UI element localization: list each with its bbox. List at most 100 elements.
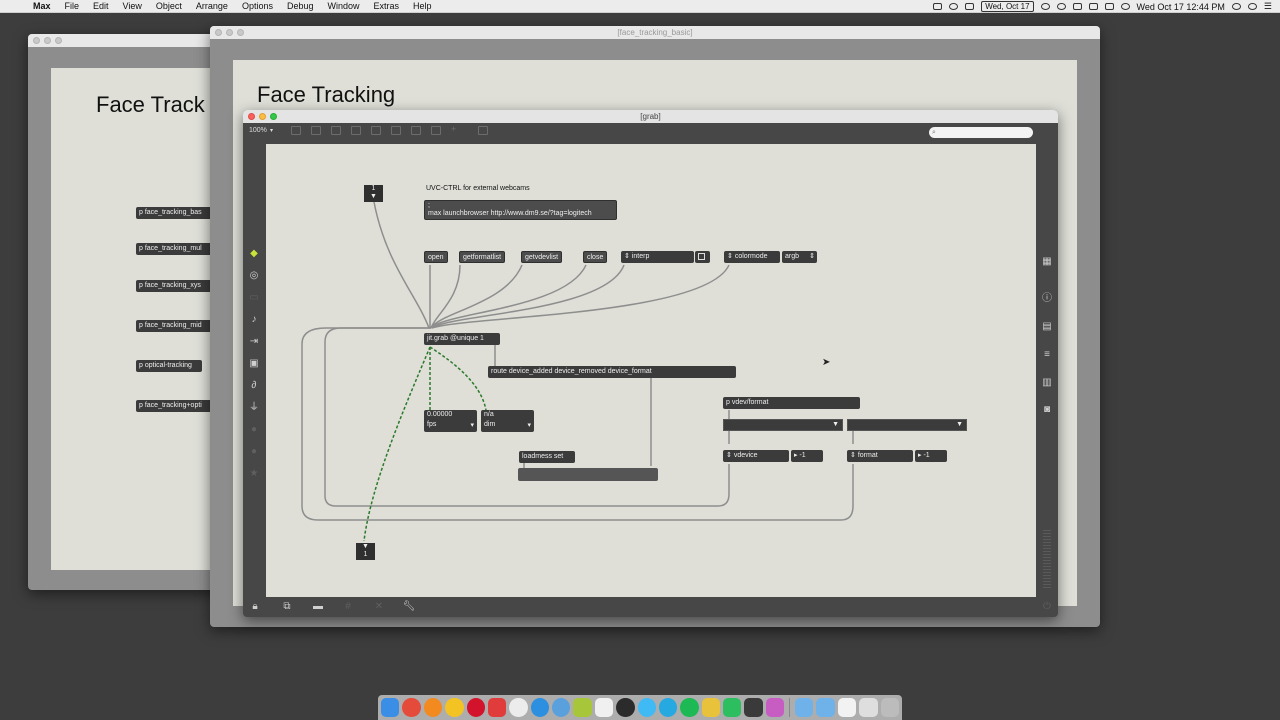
inlet-1[interactable]: 1 ▼ [364, 185, 383, 202]
subpatcher-face-tracking-mid[interactable]: p face_tracking_mid [136, 320, 216, 332]
close-icon[interactable] [33, 37, 40, 44]
fps-number[interactable]: 0.00000 fps ▾ [424, 410, 477, 432]
preview-icon[interactable] [765, 698, 785, 717]
menu-file[interactable]: File [58, 0, 87, 13]
cube-icon[interactable]: ◆ [247, 247, 261, 261]
vivaldi-icon[interactable] [487, 698, 507, 717]
search-input[interactable]: ⌕ [929, 127, 1033, 138]
format-number[interactable]: ▸ -1 [915, 450, 947, 462]
chrome-canary-icon[interactable] [445, 698, 464, 717]
target-icon[interactable]: ◎ [247, 269, 261, 283]
launchbrowser-message[interactable]: ; max launchbrowser http://www.dm9.se/?t… [424, 200, 617, 220]
vdevice-attrui[interactable]: ⇕ vdevice [723, 450, 789, 462]
app-icon[interactable] [573, 698, 592, 717]
finder-icon[interactable] [381, 698, 400, 717]
info-icon[interactable]: ⓘ [1040, 292, 1054, 306]
subpatcher-face-tracking-xys[interactable]: p face_tracking_xys [136, 280, 216, 292]
dim-display[interactable]: n/a dim ▾ [481, 410, 534, 432]
camera-icon[interactable]: ◙ [1040, 403, 1054, 417]
wifi-icon[interactable] [1120, 3, 1130, 10]
volume-icon[interactable] [1088, 3, 1098, 10]
loadmess-object[interactable]: loadmess set [519, 451, 575, 463]
notification-center-icon[interactable]: ☰ [1264, 1, 1272, 12]
messages-icon[interactable] [637, 698, 656, 717]
subpatcher-face-tracking-optical[interactable]: p face_tracking+opti [136, 400, 216, 412]
open-message[interactable]: open [424, 251, 448, 263]
grid-icon[interactable]: ▦ [1040, 255, 1054, 269]
close-icon[interactable] [215, 29, 222, 36]
safari-icon[interactable] [530, 698, 549, 717]
subpatcher-optical-tracking[interactable]: p optical-tracking [136, 360, 202, 372]
music-note-icon[interactable]: ♪ [247, 313, 261, 327]
interp-attrui[interactable]: ⇕ interp [621, 251, 694, 263]
zoom-icon[interactable] [237, 29, 244, 36]
presentation-icon[interactable]: ⧉ [280, 600, 294, 614]
firefox-icon[interactable] [423, 698, 443, 717]
jit-grab-object[interactable]: jit.grab @unique 1 [424, 333, 500, 345]
menu-help[interactable]: Help [406, 0, 439, 13]
zoom-chevron-down-icon[interactable]: ▾ [270, 127, 273, 134]
user-icon[interactable] [1247, 3, 1257, 10]
screenshot-icon[interactable] [859, 698, 878, 717]
paint-bucket-icon[interactable] [478, 126, 488, 135]
paperclip-icon[interactable]: ∂ [247, 379, 261, 393]
power-icon[interactable]: ⏻ [1040, 600, 1054, 614]
subpatcher-face-tracking-multi[interactable]: p face_tracking_mul [136, 243, 216, 255]
wrench-icon[interactable]: 🔧︎ [402, 600, 416, 614]
menu-max[interactable]: Max [26, 0, 58, 13]
downloads-folder-icon[interactable] [816, 698, 835, 717]
new-object-icon[interactable] [291, 126, 301, 135]
tor-icon[interactable] [552, 698, 571, 717]
spotlight-search-icon[interactable] [1231, 3, 1241, 10]
time-machine-icon[interactable] [1040, 3, 1050, 10]
v-icon[interactable]: ● [247, 423, 261, 437]
debug-icon[interactable]: ✕ [372, 600, 386, 614]
new-comment-icon[interactable] [331, 126, 341, 135]
slider-panel-icon[interactable]: ▭ [247, 291, 261, 305]
getvdevlist-message[interactable]: getvdevlist [521, 251, 563, 263]
book-icon[interactable]: ▤ [1040, 320, 1054, 334]
menu-object[interactable]: Object [149, 0, 189, 13]
reference-icon[interactable]: ▥ [1040, 376, 1054, 390]
new-message-icon[interactable] [311, 126, 321, 135]
notes-icon[interactable] [594, 698, 614, 717]
max-icon[interactable] [616, 698, 635, 717]
spotify-icon[interactable] [680, 698, 699, 717]
list-icon[interactable]: ≡ [1040, 348, 1054, 362]
interp-toggle[interactable] [695, 251, 710, 263]
skype-icon[interactable] [658, 698, 678, 717]
vdev-format-subpatcher[interactable]: p vdev/format [723, 397, 860, 409]
new-slider-icon[interactable] [411, 126, 421, 135]
menu-extras[interactable]: Extras [367, 0, 407, 13]
image-icon[interactable]: ▣ [247, 357, 261, 371]
colormode-value[interactable]: argb ⇕ [782, 251, 817, 263]
opera-icon[interactable] [466, 698, 485, 717]
menu-debug[interactable]: Debug [280, 0, 321, 13]
info-circle-icon[interactable]: ● [247, 445, 261, 459]
vdevice-menu[interactable]: ▼ [723, 419, 843, 431]
new-dial-icon[interactable] [431, 126, 441, 135]
menu-view[interactable]: View [116, 0, 149, 13]
route-object[interactable]: route device_added device_removed device… [488, 366, 736, 378]
outlet-1[interactable]: ▼ 1 [356, 543, 375, 560]
creative-cloud-icon[interactable] [1056, 3, 1066, 10]
battery-icon[interactable] [1104, 3, 1114, 10]
playback-icon[interactable]: ⇥ [247, 335, 261, 349]
subpatcher-face-tracking-basic[interactable]: p face_tracking_bas [136, 207, 216, 219]
document-icon[interactable] [837, 698, 857, 717]
mail-icon[interactable] [965, 3, 975, 10]
minimize-icon[interactable] [226, 29, 233, 36]
menu-window[interactable]: Window [321, 0, 367, 13]
chat-icon[interactable]: ▬ [311, 600, 325, 614]
gear-status-icon[interactable] [949, 3, 959, 10]
zoom-icon[interactable] [55, 37, 62, 44]
keynote-icon[interactable] [701, 698, 720, 717]
menu-arrange[interactable]: Arrange [189, 0, 235, 13]
browser-icon[interactable] [509, 698, 528, 717]
close-icon[interactable] [248, 113, 255, 120]
colormode-attrui[interactable]: ⇕ colormode [724, 251, 780, 263]
minimize-icon[interactable] [44, 37, 51, 44]
date-badge[interactable]: Wed, Oct 17 [981, 1, 1034, 12]
close-message[interactable]: close [583, 251, 608, 263]
lock-icon[interactable]: 🔒︎ [248, 600, 262, 614]
